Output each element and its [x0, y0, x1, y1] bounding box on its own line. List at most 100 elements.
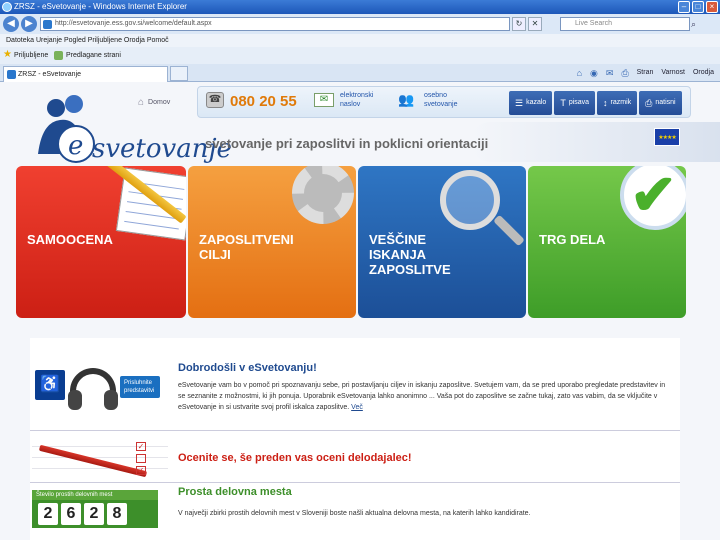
- search-icon[interactable]: ⌕: [691, 18, 705, 30]
- checkmark-icon: ✔: [630, 166, 677, 226]
- index-button[interactable]: ☰ kazalo: [509, 91, 553, 115]
- feeds-button[interactable]: ◉: [590, 66, 598, 80]
- svg-text:e: e: [68, 131, 83, 161]
- favorites-star-icon[interactable]: ★: [3, 50, 12, 60]
- mail-button[interactable]: ✉: [606, 66, 614, 80]
- counter-digit: 8: [107, 503, 127, 525]
- red-pencil-icon: [38, 444, 148, 478]
- tile-self-assessment[interactable]: SAMOOCENA: [16, 166, 186, 318]
- tab-favicon-icon: [7, 70, 16, 79]
- suggested-sites-icon: [54, 51, 63, 60]
- tile-employment-goals[interactable]: ZAPOSLITVENI CILJI: [188, 166, 356, 318]
- tools-menu-label: Orodja: [692, 69, 714, 76]
- text-size-icon: T: [560, 98, 566, 108]
- close-button[interactable]: ×: [706, 1, 718, 13]
- counter-digit: 6: [61, 503, 81, 525]
- gear-icon: [292, 166, 354, 224]
- refresh-button[interactable]: ↻: [512, 17, 526, 31]
- tools-menu[interactable]: Orodja: [693, 66, 714, 80]
- print-icon: ⎙: [645, 98, 653, 108]
- home-icon: ⌂: [576, 68, 583, 78]
- email-text-line1: elektronski: [340, 92, 374, 99]
- list-icon: ☰: [515, 98, 524, 108]
- address-url: http://esvetovanje.ess.gov.si/welcome/de…: [55, 20, 212, 27]
- print-label: natisni: [655, 99, 676, 106]
- search-field[interactable]: Live Search ⌕: [560, 17, 696, 31]
- command-bar: ⌂ ◉ ✉ ⎙ Stran Varnost Orodja: [577, 66, 714, 80]
- people-icon[interactable]: 👥: [398, 91, 418, 109]
- spacing-icon: ↕: [603, 98, 608, 108]
- home-toolbar-button[interactable]: ⌂: [577, 66, 582, 80]
- assess-title[interactable]: Ocenite se, še preden vas oceni delodaja…: [178, 452, 412, 464]
- house-icon: ⌂: [138, 97, 145, 108]
- email-link[interactable]: elektronski naslov: [340, 91, 373, 109]
- tab-title: ZRSZ - eSvetovanje: [18, 71, 82, 78]
- maximize-button[interactable]: □: [692, 1, 704, 13]
- job-counter: 2 6 2 8: [32, 500, 158, 528]
- headphones-right-cup: [104, 390, 118, 410]
- counseling-text-line2: svetovanje: [424, 101, 458, 108]
- font-button[interactable]: Tpisava: [554, 91, 596, 115]
- welcome-title: Dobrodošli v eSvetovanju!: [178, 362, 317, 374]
- minimize-button[interactable]: –: [678, 1, 690, 13]
- tile-labor-market[interactable]: ✔ TRG DELA: [528, 166, 686, 318]
- welcome-text: eSvetovanje vam bo v pomoč pri spoznavan…: [178, 382, 666, 411]
- counseling-text-line1: osebno: [424, 92, 447, 99]
- safety-menu-label: Varnost: [661, 69, 685, 76]
- window-title: ZRSZ - eSvetovanje - Windows Internet Ex…: [14, 2, 187, 11]
- print-button[interactable]: ⎙ natisni: [639, 91, 682, 115]
- tile-label: ZAPOSLITVENI CILJI: [199, 232, 294, 262]
- job-counter-label: Število prostih delovnih mest: [32, 490, 158, 500]
- email-icon[interactable]: ✉: [314, 93, 334, 107]
- personal-counseling-link[interactable]: osebno svetovanje: [424, 91, 457, 109]
- hearing-accessibility-icon[interactable]: ♿: [35, 370, 65, 400]
- section-divider: [30, 430, 680, 431]
- address-toolbar: ◀ ▶ http://esvetovanje.ess.gov.si/welcom…: [0, 14, 720, 34]
- back-button[interactable]: ◀: [3, 16, 19, 32]
- more-link[interactable]: Več: [351, 404, 363, 411]
- header-swoosh: [470, 122, 720, 162]
- new-tab-button[interactable]: [170, 66, 188, 81]
- welcome-body: eSvetovanje vam bo v pomoč pri spoznavan…: [178, 380, 668, 413]
- home-label: Domov: [148, 99, 171, 106]
- checklist-image[interactable]: ✓ ✓: [32, 436, 168, 478]
- tile-job-search-skills[interactable]: VEŠČINE ISKANJA ZAPOSLITVE: [358, 166, 526, 318]
- page-menu[interactable]: Stran: [637, 66, 654, 80]
- counter-digit: 2: [38, 503, 58, 525]
- title-bar: ZRSZ - eSvetovanje - Windows Internet Ex…: [0, 0, 720, 14]
- checkbox-icon: ✓: [136, 466, 146, 475]
- stop-button[interactable]: ✕: [528, 17, 542, 31]
- listen-button[interactable]: Prisluhnite predstavitvi: [120, 376, 160, 398]
- home-link[interactable]: ⌂ Domov: [138, 97, 170, 108]
- browser-window: ZRSZ - eSvetovanje - Windows Internet Ex…: [0, 0, 720, 540]
- spacing-button[interactable]: ↕ razmik: [597, 91, 638, 115]
- page-menu-label: Stran: [636, 69, 654, 76]
- magnifier-icon: [440, 170, 500, 230]
- safety-menu[interactable]: Varnost: [661, 66, 685, 80]
- header-toolbar: ☎ 080 20 55 ✉ elektronski naslov 👥 osebn…: [197, 86, 691, 118]
- headphones-left-cup: [68, 390, 82, 410]
- search-placeholder: Live Search: [575, 20, 612, 27]
- counter-digit: 2: [84, 503, 104, 525]
- tile-label: VEŠČINE ISKANJA ZAPOSLITVE: [369, 232, 451, 277]
- page-content: e svetovanje svetovanje pri zaposlitvi i…: [0, 82, 720, 540]
- suggested-sites-link[interactable]: Predlagane strani: [66, 47, 121, 64]
- font-label: pisava: [568, 99, 590, 106]
- forward-button[interactable]: ▶: [21, 16, 37, 32]
- jobs-title[interactable]: Prosta delovna mesta: [178, 486, 292, 498]
- printer-icon: ⎙: [621, 68, 629, 78]
- window-controls: – □ ×: [678, 1, 718, 13]
- address-bar[interactable]: http://esvetovanje.ess.gov.si/welcome/de…: [40, 17, 510, 31]
- eu-flag-icon: ★★★★: [654, 128, 680, 146]
- print-toolbar-button[interactable]: ⎙: [621, 66, 628, 80]
- favorites-button[interactable]: Priljubljene: [14, 47, 48, 64]
- checkbox-icon: ✓: [136, 442, 146, 451]
- tab-esvetovanje[interactable]: ZRSZ - eSvetovanje: [3, 66, 168, 82]
- email-text-line2: naslov: [340, 101, 361, 108]
- tab-row: ZRSZ - eSvetovanje ⌂ ◉ ✉ ⎙ Stran Varnost…: [0, 64, 720, 82]
- main-content: ♿ Prisluhnite predstavitvi Dobrodošli v …: [30, 338, 680, 540]
- accessibility-buttons: ☰ kazalo Tpisava ↕ razmik ⎙ natisni: [509, 91, 682, 115]
- checkbox-icon: [136, 454, 146, 463]
- mail-icon: ✉: [605, 68, 614, 78]
- menu-bar[interactable]: Datoteka Urejanje Pogled Priljubljene Or…: [0, 34, 720, 47]
